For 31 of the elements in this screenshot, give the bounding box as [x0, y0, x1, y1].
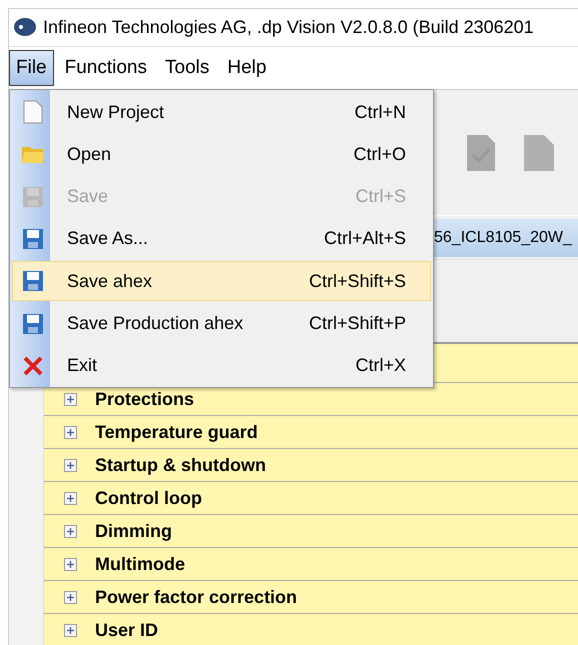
menu-item[interactable]: Tools	[158, 50, 216, 86]
expand-icon[interactable]	[64, 624, 77, 637]
document-icon	[23, 100, 43, 124]
menu-entry[interactable]: New Project Ctrl+N	[12, 92, 431, 132]
menu-item[interactable]: Functions	[58, 50, 154, 86]
expand-icon[interactable]	[64, 590, 77, 604]
menu-entry[interactable]: Exit Ctrl+X	[12, 346, 431, 386]
expand-icon[interactable]	[64, 524, 77, 538]
group-label: Temperature guard	[95, 422, 258, 443]
group-label: Control loop	[95, 488, 202, 509]
group-label: Startup & shutdown	[95, 454, 266, 476]
menu-entry[interactable]: Open Ctrl+O	[12, 134, 431, 175]
expand-icon[interactable]	[64, 426, 77, 439]
group-label: Dimming	[95, 520, 172, 542]
menu-entry[interactable]: Save ahex Ctrl+Shift+S	[12, 261, 431, 302]
group-label: Protections	[95, 388, 194, 410]
expand-icon[interactable]	[64, 492, 77, 505]
expand-icon[interactable]	[64, 558, 77, 571]
expand-icon[interactable]	[64, 458, 77, 472]
close-icon	[22, 354, 44, 377]
group-label: Multimode	[95, 554, 185, 575]
menu-entry[interactable]: Save As... Ctrl+Alt+S	[12, 218, 431, 260]
menu-item[interactable]: File	[9, 50, 54, 86]
group-label: Power factor correction	[95, 586, 298, 608]
window-title: Infineon Technologies AG, .dp Vision V2.0.8.0 (Build 2306201	[43, 16, 534, 38]
expand-icon[interactable]	[64, 392, 77, 406]
app-logo-icon	[13, 17, 37, 38]
folder-icon	[21, 144, 45, 164]
group-label: User ID	[95, 620, 158, 641]
menu-entry[interactable]: Save Production ahex Ctrl+Shift+P	[12, 303, 431, 344]
menu-item[interactable]: Help	[220, 50, 274, 86]
